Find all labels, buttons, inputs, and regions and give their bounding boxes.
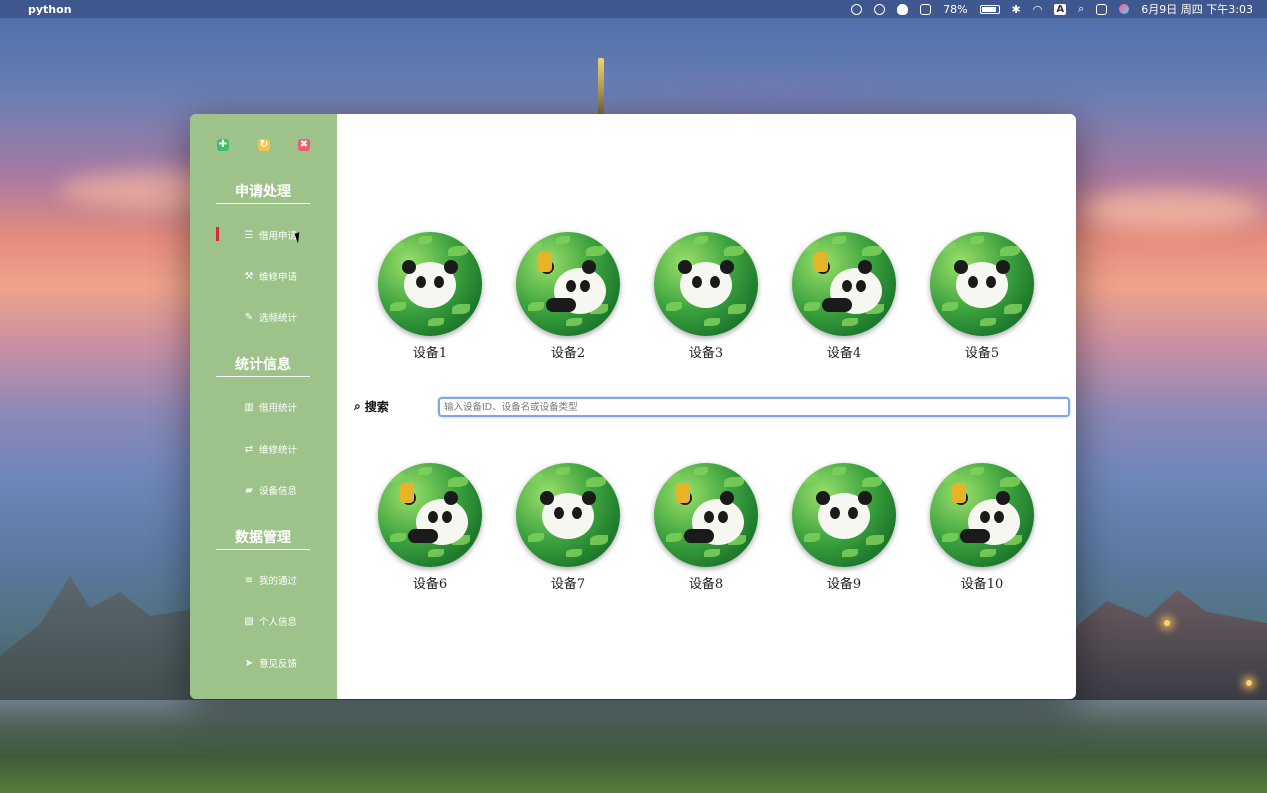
- device-label: 设备8: [688, 577, 724, 592]
- search-icon: ⌕: [354, 399, 361, 413]
- exchange-icon: ⇄: [244, 443, 254, 455]
- device-card[interactable]: 设备6: [375, 463, 485, 592]
- battery-icon[interactable]: [979, 4, 1000, 14]
- app-name[interactable]: python: [28, 3, 72, 16]
- chat-icon[interactable]: [874, 3, 886, 15]
- battery-percent: 78%: [943, 2, 968, 16]
- device-label: 设备10: [960, 577, 1004, 592]
- search-input[interactable]: [438, 397, 1070, 417]
- light-glow: [1246, 680, 1252, 686]
- sidebar-item-feedback[interactable]: ➤ 意见反馈: [220, 653, 320, 673]
- map-icon: ▧: [244, 615, 254, 627]
- bluetooth-icon[interactable]: ✱: [1012, 3, 1021, 16]
- section-title-data: 数据管理: [216, 527, 310, 550]
- device-card[interactable]: 设备10: [927, 463, 1037, 592]
- device-label: 设备5: [964, 346, 1000, 361]
- active-indicator: [216, 227, 219, 241]
- sidebar-item-label: 借用申请: [258, 231, 297, 242]
- list-icon: ☰: [244, 229, 254, 241]
- refresh-icon[interactable]: ↻: [258, 139, 270, 151]
- sidebar-item-repair-apply[interactable]: ⚒ 维修申请: [220, 266, 320, 286]
- device-avatar-image[interactable]: [930, 232, 1034, 336]
- device-card[interactable]: 设备4: [789, 232, 899, 361]
- device-label: 设备7: [550, 577, 586, 592]
- search-label: ⌕ 搜索: [354, 398, 389, 415]
- device-card[interactable]: 设备1: [375, 232, 485, 361]
- search-label-text: 搜索: [364, 400, 389, 414]
- device-label: 设备4: [826, 346, 862, 361]
- close-icon[interactable]: ✖: [298, 139, 310, 151]
- device-avatar-image[interactable]: [516, 463, 620, 567]
- device-card[interactable]: 设备5: [927, 232, 1037, 361]
- wifi-icon[interactable]: ◠: [1033, 3, 1043, 16]
- sidebar-item-label: 设备信息: [258, 486, 297, 497]
- sidebar-item-borrow-stats[interactable]: ▥ 借用统计: [220, 397, 320, 417]
- input-method-icon[interactable]: A: [1054, 3, 1067, 15]
- sidebar-item-label: 维修统计: [258, 445, 297, 456]
- sidebar-item-label: 选频统计: [258, 313, 297, 324]
- section-title-stats: 统计信息: [216, 354, 310, 377]
- datetime[interactable]: 6月9日 周四 下午3:03: [1141, 1, 1253, 17]
- sidebar-item-label: 维修申请: [258, 272, 297, 283]
- background-cloud: [640, 80, 900, 110]
- sidebar-item-label: 借用统计: [258, 403, 297, 414]
- device-avatar-image[interactable]: [378, 232, 482, 336]
- ground-image: [0, 700, 1267, 793]
- sidebar-item-label: 我的通过: [258, 576, 297, 587]
- device-card[interactable]: 设备9: [789, 463, 899, 592]
- section-title-apply: 申请处理: [216, 181, 310, 204]
- device-card[interactable]: 设备3: [651, 232, 761, 361]
- device-card[interactable]: 设备7: [513, 463, 623, 592]
- control-center-icon[interactable]: [1096, 3, 1108, 15]
- device-card[interactable]: 设备2: [513, 232, 623, 361]
- device-label: 设备9: [826, 577, 862, 592]
- background-cloud: [1080, 190, 1260, 230]
- menu-bar: python 78% ✱ ◠ A ⌕ 6月9日 周四 下午3:03: [0, 0, 1267, 18]
- expand-icon[interactable]: ✚: [217, 139, 229, 151]
- device-card[interactable]: 设备8: [651, 463, 761, 592]
- record-icon[interactable]: [851, 3, 863, 15]
- spire-image: [598, 58, 604, 114]
- bar-chart-icon: ▥: [244, 401, 254, 413]
- edit-icon: ✎: [244, 311, 254, 323]
- device-label: 设备3: [688, 346, 724, 361]
- sidebar-item-my-approved[interactable]: ≡ 我的通过: [220, 570, 320, 590]
- status-area: 78% ✱ ◠ A ⌕ 6月9日 周四 下午3:03: [851, 0, 1253, 18]
- device-avatar-image[interactable]: [792, 232, 896, 336]
- wrench-icon: ⚒: [244, 270, 254, 282]
- light-glow: [1164, 620, 1170, 626]
- message-icon[interactable]: [920, 3, 932, 15]
- device-label: 设备2: [550, 346, 586, 361]
- send-icon: ➤: [244, 657, 254, 669]
- qq-icon[interactable]: [897, 3, 909, 15]
- device-avatar-image[interactable]: [654, 232, 758, 336]
- device-label: 设备1: [412, 346, 448, 361]
- castle-right-image: [1067, 590, 1267, 700]
- siri-icon[interactable]: [1119, 4, 1130, 14]
- sidebar-item-repair-stats[interactable]: ⇄ 维修统计: [220, 439, 320, 459]
- main-content: ⌕ 搜索 设备1 设备2 设备3 设备4 设备5 设备6 设备7 设备8 设备9 设备10: [337, 114, 1076, 699]
- device-avatar-image[interactable]: [516, 232, 620, 336]
- device-avatar-image[interactable]: [654, 463, 758, 567]
- sidebar-item-personal-info[interactable]: ▧ 个人信息: [220, 611, 320, 631]
- app-window: ✚ ↻ ✖ 申请处理 ☰ 借用申请 ⚒ 维修申请 ✎ 选频统计 统计信息 ▥ 借…: [190, 114, 1076, 699]
- device-avatar-image[interactable]: [930, 463, 1034, 567]
- sidebar-item-label: 个人信息: [258, 617, 297, 628]
- list-ol-icon: ≡: [244, 574, 254, 586]
- search-icon[interactable]: ⌕: [1078, 2, 1084, 16]
- folder-icon: ▰: [245, 484, 253, 496]
- sidebar-item-device-info[interactable]: ▰ 设备信息: [220, 480, 320, 500]
- sidebar-item-frequency-stats[interactable]: ✎ 选频统计: [220, 307, 320, 327]
- sidebar-item-label: 意见反馈: [258, 659, 297, 670]
- sidebar: ✚ ↻ ✖ 申请处理 ☰ 借用申请 ⚒ 维修申请 ✎ 选频统计 统计信息 ▥ 借…: [190, 114, 337, 699]
- device-avatar-image[interactable]: [378, 463, 482, 567]
- castle-left-image: [0, 576, 200, 720]
- device-avatar-image[interactable]: [792, 463, 896, 567]
- device-label: 设备6: [412, 577, 448, 592]
